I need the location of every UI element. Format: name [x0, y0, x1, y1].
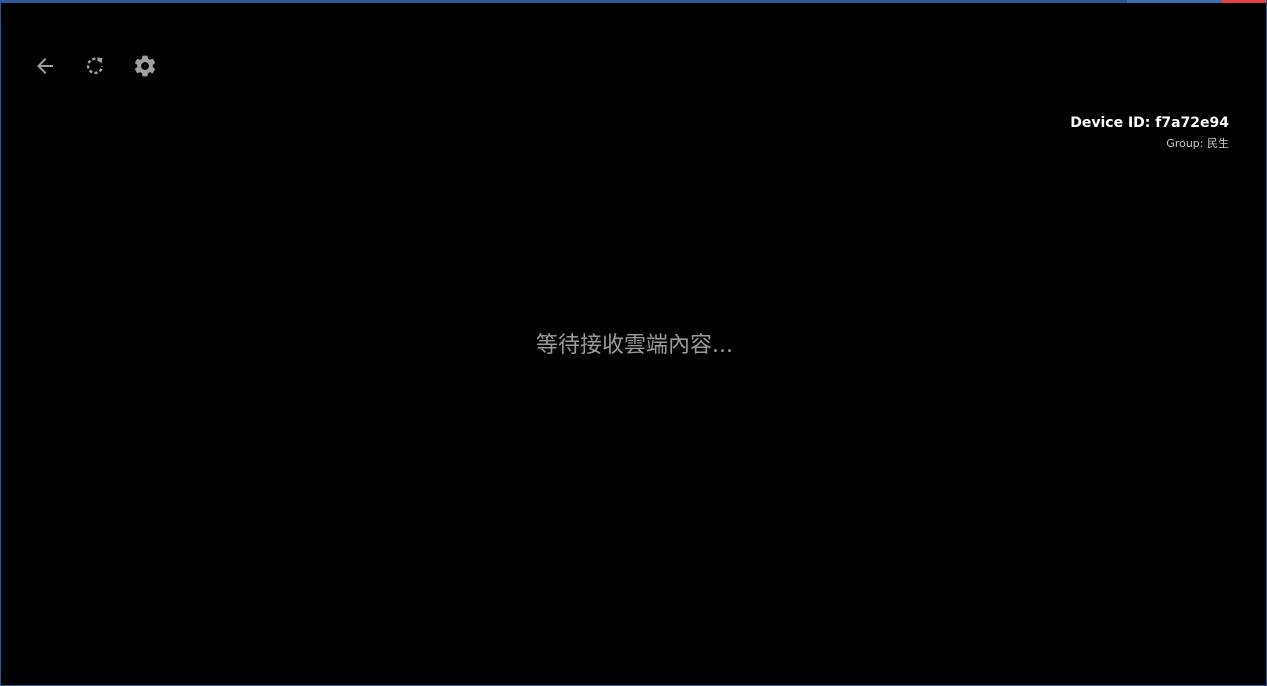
toolbar	[31, 52, 181, 80]
device-info: Device ID: f7a72e94 Group: 民生	[1070, 114, 1229, 152]
gear-icon	[132, 53, 158, 79]
refresh-icon	[83, 54, 107, 78]
status-message: 等待接收雲端內容...	[536, 333, 733, 358]
minimize-button-strip[interactable]	[1127, 0, 1174, 3]
device-group-label: Group: 民生	[1166, 137, 1229, 150]
window-title-accent	[1, 0, 1266, 3]
app-window: Device ID: f7a72e94 Group: 民生 等待接收雲端內容..…	[0, 0, 1267, 686]
settings-button[interactable]	[131, 52, 159, 80]
refresh-button[interactable]	[81, 52, 109, 80]
arrow-left-icon	[33, 54, 57, 78]
device-id-label: Device ID: f7a72e94	[1070, 115, 1229, 131]
maximize-button-strip[interactable]	[1174, 0, 1221, 3]
back-button[interactable]	[31, 52, 59, 80]
title-bar-strip	[1, 0, 1127, 3]
close-button-strip[interactable]	[1221, 0, 1266, 3]
